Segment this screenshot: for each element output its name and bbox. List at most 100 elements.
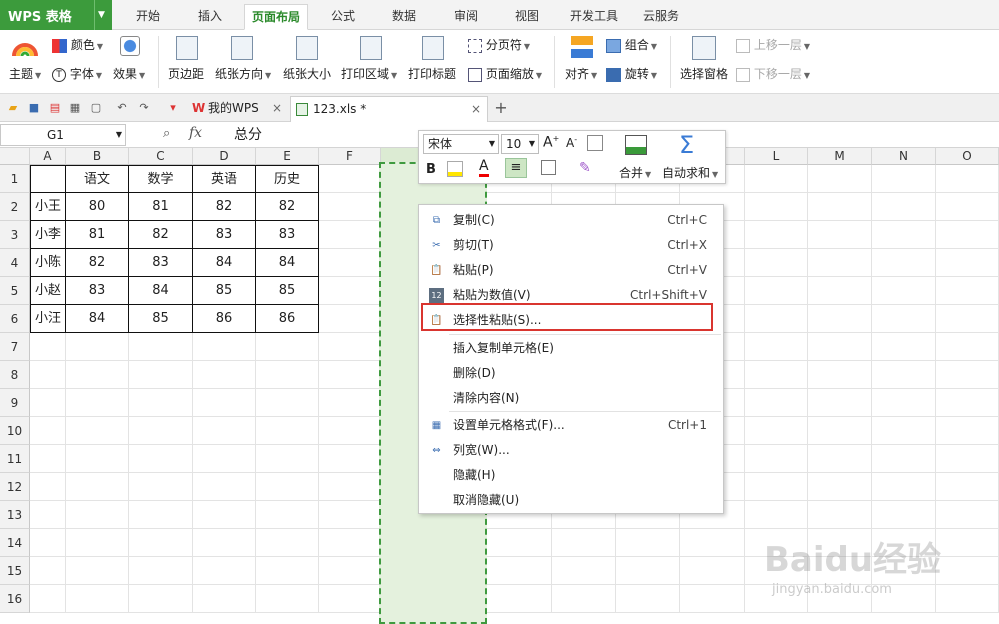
paper-size-button[interactable]: 纸张大小 <box>283 65 331 82</box>
cell[interactable] <box>872 165 936 193</box>
cell[interactable] <box>872 417 936 445</box>
chevron-down-icon[interactable]: ▼ <box>489 135 495 153</box>
table-cell[interactable]: 82 <box>66 249 129 277</box>
cell[interactable] <box>745 277 808 305</box>
cell[interactable] <box>808 361 872 389</box>
cell[interactable] <box>193 585 256 613</box>
print-icon[interactable]: ▦ <box>68 101 82 115</box>
close-icon[interactable]: × <box>272 96 282 120</box>
cell[interactable] <box>319 333 381 361</box>
theme-label-button[interactable]: 主题 ▼ <box>9 65 41 82</box>
cell[interactable] <box>66 585 129 613</box>
cell[interactable] <box>808 249 872 277</box>
cell[interactable] <box>808 193 872 221</box>
row-header-13[interactable]: 13 <box>0 501 30 529</box>
cell[interactable] <box>193 529 256 557</box>
app-menu-button[interactable]: WPS 表格 ▼ <box>0 0 112 30</box>
cell[interactable] <box>808 445 872 473</box>
cell[interactable] <box>319 501 381 529</box>
menu-item-hide[interactable]: 隐藏(H) <box>419 463 723 488</box>
cell[interactable] <box>745 473 808 501</box>
cell[interactable] <box>193 333 256 361</box>
cell[interactable] <box>129 501 193 529</box>
group-button[interactable]: 组合 ▼ <box>606 36 657 53</box>
cell[interactable] <box>936 221 999 249</box>
cell[interactable] <box>872 501 936 529</box>
tab-start[interactable]: 开始 <box>128 4 168 30</box>
table-cell[interactable]: 小王 <box>30 193 66 221</box>
cell[interactable] <box>319 417 381 445</box>
table-cell[interactable]: 83 <box>66 277 129 305</box>
column-header-c[interactable]: C <box>129 148 193 165</box>
theme-button[interactable] <box>12 36 38 61</box>
selection-pane-icon[interactable] <box>692 36 716 60</box>
table-cell[interactable]: 83 <box>129 249 193 277</box>
table-cell[interactable]: 小赵 <box>30 277 66 305</box>
cell[interactable] <box>66 557 129 585</box>
tab-cloud[interactable]: 云服务 <box>637 4 685 30</box>
cell[interactable] <box>319 165 381 193</box>
cell[interactable] <box>256 557 319 585</box>
menu-item-format-cells[interactable]: ▦ 设置单元格格式(F)... Ctrl+1 <box>419 413 723 438</box>
table-cell[interactable]: 84 <box>66 305 129 333</box>
cell[interactable] <box>808 305 872 333</box>
table-header-cell[interactable]: 数学 <box>129 165 193 193</box>
cell[interactable] <box>745 249 808 277</box>
column-header-n[interactable]: N <box>872 148 936 165</box>
menu-item-delete[interactable]: 删除(D) <box>419 361 723 386</box>
tab-formulas[interactable]: 公式 <box>323 4 363 30</box>
table-header-cell[interactable]: 历史 <box>256 165 319 193</box>
cell[interactable] <box>552 557 616 585</box>
row-header-1[interactable]: 1 <box>0 165 30 193</box>
table-cell[interactable]: 小汪 <box>30 305 66 333</box>
font-family-select[interactable]: 宋体 ▼ <box>423 134 499 154</box>
table-cell[interactable]: 84 <box>256 249 319 277</box>
send-backward-button[interactable]: 下移一层 ▼ <box>736 65 810 82</box>
cell[interactable] <box>872 221 936 249</box>
table-cell[interactable]: 85 <box>129 305 193 333</box>
cell[interactable] <box>129 389 193 417</box>
save-icon[interactable]: ■ <box>27 101 41 115</box>
cell[interactable] <box>129 417 193 445</box>
cell[interactable] <box>30 585 66 613</box>
cell[interactable] <box>319 305 381 333</box>
orientation-button[interactable]: 纸张方向 ▼ <box>215 65 271 82</box>
cell[interactable] <box>319 249 381 277</box>
table-cell[interactable]: 84 <box>193 249 256 277</box>
cell[interactable] <box>319 585 381 613</box>
font-theme-button[interactable]: T 字体 ▼ <box>52 65 102 82</box>
cell[interactable] <box>66 501 129 529</box>
cell[interactable] <box>30 501 66 529</box>
cell[interactable] <box>319 529 381 557</box>
cell[interactable] <box>30 557 66 585</box>
cell[interactable] <box>936 417 999 445</box>
clear-format-icon[interactable]: ✎ <box>579 160 591 176</box>
new-tab-icon[interactable]: + <box>494 100 508 116</box>
cell[interactable] <box>745 193 808 221</box>
print-titles-button[interactable]: 打印标题 <box>408 65 456 82</box>
cell[interactable] <box>872 473 936 501</box>
cell[interactable] <box>256 501 319 529</box>
tab-insert[interactable]: 插入 <box>190 4 230 30</box>
column-header-m[interactable]: M <box>808 148 872 165</box>
fill-color-icon[interactable] <box>447 161 463 177</box>
cell[interactable] <box>872 445 936 473</box>
orientation-icon[interactable] <box>231 36 253 60</box>
cell[interactable] <box>808 389 872 417</box>
cell[interactable] <box>256 389 319 417</box>
table-cell[interactable]: 82 <box>256 193 319 221</box>
column-header-l[interactable]: L <box>745 148 808 165</box>
font-size-select[interactable]: 10 ▼ <box>501 134 539 154</box>
cell[interactable] <box>936 501 999 529</box>
cell[interactable] <box>30 473 66 501</box>
cell[interactable] <box>319 277 381 305</box>
undo-icon[interactable]: ↶ <box>115 101 129 115</box>
customize-quick-access-icon[interactable]: ▾ <box>166 101 180 115</box>
cell[interactable] <box>680 585 745 613</box>
cell[interactable] <box>936 165 999 193</box>
table-cell[interactable]: 85 <box>256 277 319 305</box>
cell[interactable] <box>193 473 256 501</box>
cell[interactable] <box>487 529 552 557</box>
cell[interactable] <box>936 193 999 221</box>
cell[interactable] <box>129 473 193 501</box>
